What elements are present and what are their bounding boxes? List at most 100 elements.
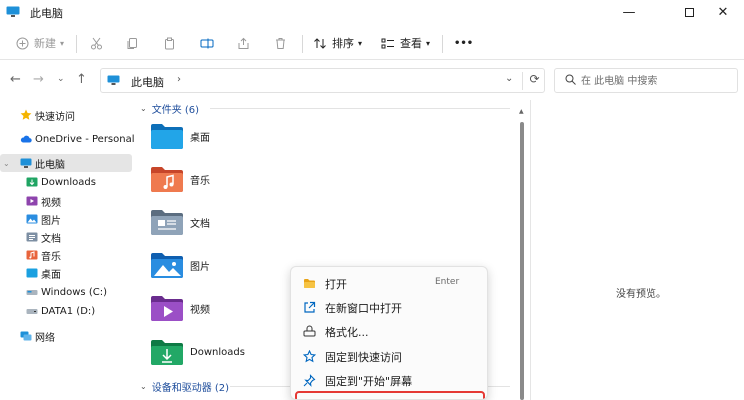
rename-button[interactable]: [200, 32, 214, 54]
address-bar[interactable]: 此电脑 › ⌄: [100, 68, 545, 93]
sidebar-item-label: 快速访问: [35, 111, 75, 123]
minimize-button[interactable]: —: [606, 0, 652, 24]
new-button[interactable]: 新建 ▾: [16, 32, 64, 54]
folders-group-header[interactable]: ⌄ 文件夹 (6): [140, 101, 199, 116]
chevron-down-icon[interactable]: ⌄: [3, 159, 10, 168]
menu-item-label: 固定到"开始"屏幕: [325, 375, 413, 388]
sidebar-item-label: 网络: [35, 332, 55, 344]
view-button[interactable]: 查看 ▾: [381, 32, 430, 54]
sidebar-item-onedrive[interactable]: OneDrive - Personal: [0, 130, 135, 148]
paste-button[interactable]: [163, 32, 176, 54]
folders-group-label: 文件夹 (6): [151, 105, 200, 116]
pictures-folder-icon: [26, 214, 38, 224]
menu-item-format[interactable]: 格式化...: [295, 319, 485, 343]
trash-icon: [276, 37, 285, 49]
sidebar-item-network[interactable]: 网络: [0, 327, 132, 345]
menu-item-pin-start[interactable]: 固定到"开始"屏幕: [295, 368, 485, 392]
address-dropdown-icon[interactable]: ⌄: [505, 73, 513, 84]
up-button[interactable]: ↑: [76, 72, 87, 87]
sidebar-item-label: OneDrive - Personal: [35, 133, 135, 145]
breadcrumb-this-pc[interactable]: 此电脑: [131, 74, 164, 90]
sidebar-item-downloads[interactable]: Downloads: [0, 173, 132, 191]
search-icon: [565, 74, 576, 85]
chevron-down-icon: ▾: [60, 38, 65, 48]
arrow-left-icon: ←: [10, 72, 21, 87]
folder-item-videos[interactable]: 视频: [150, 290, 270, 326]
refresh-button[interactable]: ⟳: [522, 72, 546, 90]
recent-locations-button[interactable]: ⌄: [57, 74, 65, 84]
forward-button[interactable]: →: [33, 72, 44, 87]
sidebar-item-videos[interactable]: 视频: [0, 192, 132, 210]
menu-item-label: 打开: [325, 278, 347, 291]
menu-item-open-new-window[interactable]: 在新窗口中打开: [295, 295, 485, 319]
sidebar-item-music[interactable]: 音乐: [0, 246, 132, 264]
network-icon: [20, 331, 32, 341]
menu-item-label: 在新窗口中打开: [325, 302, 402, 315]
sort-button[interactable]: 排序 ▾: [313, 32, 362, 54]
sidebar-item-label: 音乐: [41, 251, 61, 263]
sidebar-item-label: 视频: [41, 197, 61, 209]
group-divider: [210, 108, 510, 109]
more-options-icon: •••: [454, 37, 474, 49]
vertical-scrollbar[interactable]: ▲: [518, 100, 526, 400]
search-input[interactable]: [581, 72, 731, 90]
more-options-button[interactable]: •••: [454, 32, 473, 54]
folder-item-music[interactable]: 音乐: [150, 161, 270, 197]
scissors-icon: [91, 37, 102, 49]
open-new-window-icon: [304, 301, 316, 313]
menu-item-label: 格式化...: [325, 326, 369, 339]
folder-item-downloads[interactable]: Downloads: [150, 334, 270, 370]
close-button[interactable]: ✕: [700, 0, 744, 24]
sidebar-item-quick-access[interactable]: 快速访问: [0, 106, 132, 124]
delete-button[interactable]: [274, 32, 287, 54]
back-button[interactable]: ←: [10, 72, 21, 87]
sidebar-item-this-pc[interactable]: ⌄ 此电脑: [0, 154, 132, 172]
menu-item-highlighted[interactable]: [295, 391, 485, 399]
sidebar-item-documents[interactable]: 文档: [0, 228, 132, 246]
minimize-icon: —: [622, 4, 636, 20]
videos-folder-icon: [26, 196, 38, 206]
desktop-folder-icon: [26, 268, 38, 278]
sidebar-item-windows-c[interactable]: Windows (C:): [0, 283, 132, 301]
arrow-up-icon: ↑: [76, 72, 87, 87]
devices-group-header[interactable]: ⌄ 设备和驱动器 (2): [140, 379, 229, 394]
devices-group-label: 设备和驱动器 (2): [151, 383, 230, 394]
documents-folder-icon: [151, 210, 183, 235]
toolbar-divider: [302, 35, 303, 53]
menu-item-pin-quick-access[interactable]: 固定到快速访问: [295, 344, 485, 368]
folder-item-documents[interactable]: 文档: [150, 204, 270, 240]
share-button[interactable]: [237, 32, 250, 54]
documents-folder-icon: [26, 232, 38, 242]
title-bar: 此电脑 — ✕: [0, 0, 744, 24]
folder-item-pictures[interactable]: 图片: [150, 247, 270, 283]
sidebar-item-label: 图片: [41, 215, 61, 227]
sidebar-item-label: DATA1 (D:): [41, 305, 96, 317]
search-box[interactable]: [554, 68, 738, 93]
scrollbar-thumb[interactable]: [520, 122, 524, 400]
view-button-label: 查看: [400, 37, 422, 50]
menu-item-open[interactable]: 打开 Enter: [295, 271, 485, 295]
music-folder-icon: [26, 250, 38, 260]
folder-name: Downloads: [190, 346, 245, 358]
cut-button[interactable]: [90, 32, 103, 54]
share-icon: [238, 37, 249, 49]
copy-button[interactable]: [126, 32, 139, 54]
chevron-down-icon: ⌄: [57, 74, 65, 84]
sidebar-item-pictures[interactable]: 图片: [0, 210, 132, 228]
drive-icon: [26, 290, 38, 295]
sort-icon: [314, 37, 326, 49]
folder-item-desktop[interactable]: 桌面: [150, 118, 270, 154]
breadcrumb-chevron-icon[interactable]: ›: [177, 74, 181, 85]
toolbar-divider: [442, 35, 443, 53]
sidebar-item-data1-d[interactable]: DATA1 (D:): [0, 302, 132, 320]
new-button-label: 新建: [34, 37, 56, 50]
toolbar-divider: [76, 35, 77, 53]
copy-icon: [127, 37, 137, 49]
folder-name: 桌面: [190, 132, 210, 144]
folder-name: 图片: [190, 261, 210, 273]
cloud-icon: [20, 135, 32, 143]
sidebar-item-desktop[interactable]: 桌面: [0, 264, 132, 282]
scroll-up-icon[interactable]: ▲: [519, 108, 524, 115]
sidebar-item-label: 此电脑: [35, 159, 65, 171]
folder-open-icon: [304, 279, 315, 288]
